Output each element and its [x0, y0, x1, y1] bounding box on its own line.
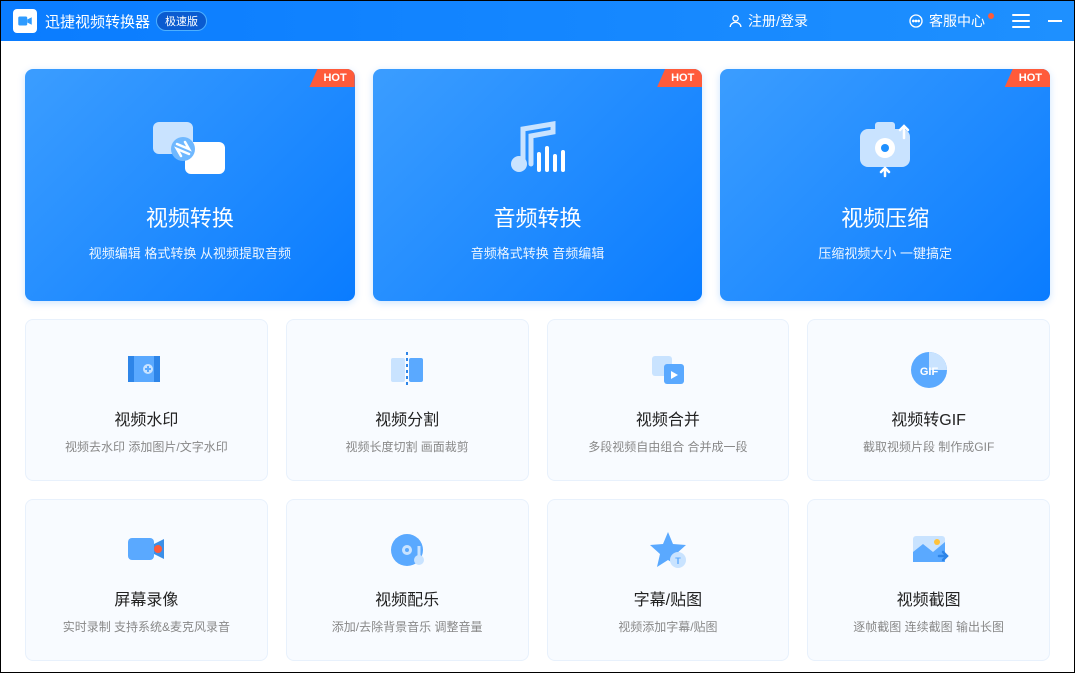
merge-icon	[644, 346, 692, 394]
hot-badge: HOT	[309, 69, 354, 87]
card-desc: 视频去水印 添加图片/文字水印	[65, 438, 228, 455]
card-desc: 逐帧截图 连续截图 输出长图	[853, 618, 1004, 635]
card-desc: 截取视频片段 制作成GIF	[863, 438, 994, 455]
hot-badge: HOT	[657, 69, 702, 87]
card-title: 视频分割	[375, 406, 439, 430]
support-label: 客服中心	[929, 11, 985, 31]
card-title: 视频截图	[897, 586, 961, 610]
card-desc: 视频长度切割 画面裁剪	[345, 438, 468, 455]
screenshot-icon	[905, 526, 953, 574]
login-link[interactable]: 注册/登录	[727, 11, 808, 31]
hero-title: 视频压缩	[841, 201, 929, 233]
music-icon	[383, 526, 431, 574]
card-desc: 视频添加字幕/贴图	[618, 618, 717, 635]
card-video-screenshot[interactable]: 视频截图 逐帧截图 连续截图 输出长图	[807, 499, 1050, 661]
subtitle-icon: T	[644, 526, 692, 574]
hero-title: 视频转换	[146, 201, 234, 233]
hero-video-compress[interactable]: HOT 视频压缩 压缩视频大小 一键搞定	[720, 69, 1050, 301]
card-video-music[interactable]: 视频配乐 添加/去除背景音乐 调整音量	[286, 499, 529, 661]
menu-icon[interactable]	[1012, 14, 1030, 28]
hero-desc: 音频格式转换 音频编辑	[471, 243, 605, 262]
card-title: 视频水印	[114, 406, 178, 430]
gif-icon: GIF	[905, 346, 953, 394]
card-desc: 实时录制 支持系统&麦克风录音	[63, 618, 230, 635]
split-icon	[383, 346, 431, 394]
minimize-button[interactable]	[1048, 20, 1062, 22]
video-compress-icon	[840, 109, 930, 189]
card-title: 字幕/贴图	[634, 586, 702, 610]
card-desc: 添加/去除背景音乐 调整音量	[332, 618, 483, 635]
audio-convert-icon	[493, 109, 583, 189]
card-title: 视频合并	[636, 406, 700, 430]
card-video-watermark[interactable]: 视频水印 视频去水印 添加图片/文字水印	[25, 319, 268, 481]
card-title: 屏幕录像	[114, 586, 178, 610]
svg-text:GIF: GIF	[919, 366, 938, 378]
card-video-merge[interactable]: 视频合并 多段视频自由组合 合并成一段	[547, 319, 790, 481]
hero-video-convert[interactable]: HOT 视频转换 视频编辑 格式转换 从视频提取音频	[25, 69, 355, 301]
hero-audio-convert[interactable]: HOT 音频转换 音频格式转换 音频编辑	[373, 69, 703, 301]
main-content: HOT 视频转换 视频编辑 格式转换 从视频提取音频 HOT 音频转换 音频格式…	[1, 41, 1074, 672]
video-convert-icon	[145, 109, 235, 189]
watermark-icon	[122, 346, 170, 394]
card-screen-record[interactable]: 屏幕录像 实时录制 支持系统&麦克风录音	[25, 499, 268, 661]
card-title: 视频转GIF	[891, 406, 966, 430]
card-desc: 多段视频自由组合 合并成一段	[588, 438, 747, 455]
login-label: 注册/登录	[748, 11, 808, 31]
app-version-badge: 极速版	[156, 11, 207, 31]
card-video-split[interactable]: 视频分割 视频长度切割 画面裁剪	[286, 319, 529, 481]
user-icon	[727, 13, 743, 29]
hot-badge: HOT	[1005, 69, 1050, 87]
card-title: 视频配乐	[375, 586, 439, 610]
support-badge-dot	[988, 13, 994, 19]
card-subtitle-sticker[interactable]: T 字幕/贴图 视频添加字幕/贴图	[547, 499, 790, 661]
chat-icon	[908, 13, 924, 29]
app-logo-icon	[13, 9, 37, 33]
card-video-to-gif[interactable]: GIF 视频转GIF 截取视频片段 制作成GIF	[807, 319, 1050, 481]
record-icon	[122, 526, 170, 574]
hero-desc: 压缩视频大小 一键搞定	[818, 243, 952, 262]
hero-title: 音频转换	[494, 201, 582, 233]
titlebar: 迅捷视频转换器 极速版 注册/登录 客服中心	[1, 1, 1074, 41]
app-name: 迅捷视频转换器	[45, 11, 150, 32]
hero-desc: 视频编辑 格式转换 从视频提取音频	[89, 243, 291, 262]
support-link[interactable]: 客服中心	[908, 11, 994, 31]
svg-text:T: T	[675, 556, 681, 566]
